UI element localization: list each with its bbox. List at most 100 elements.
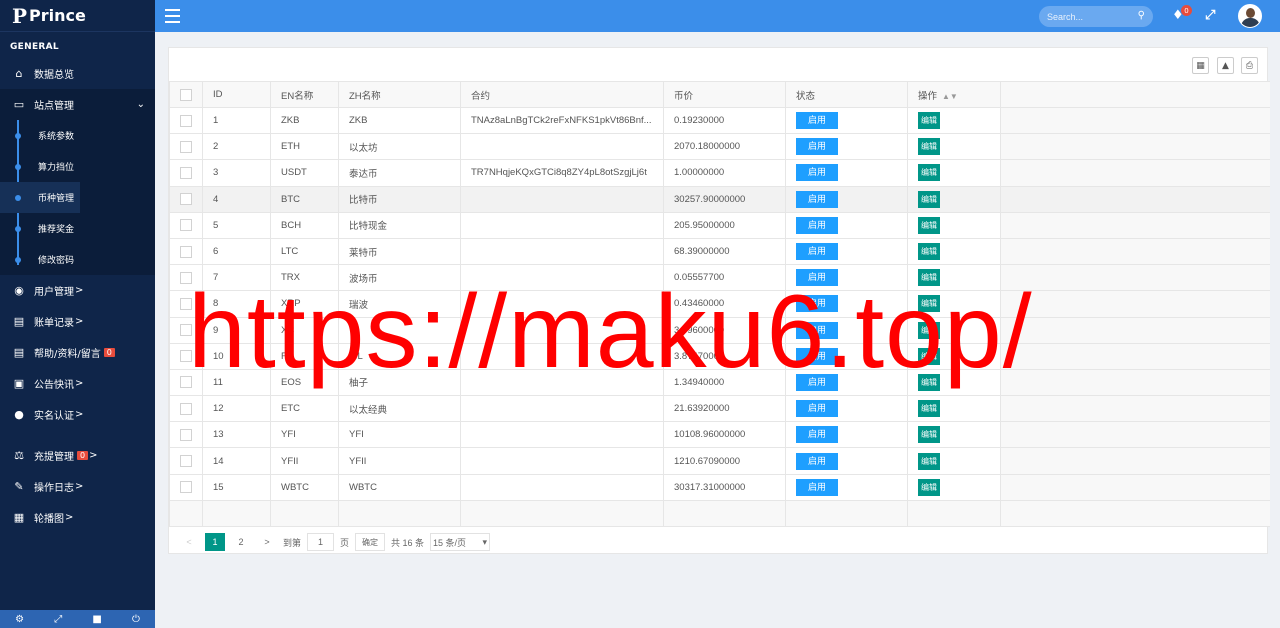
sidebar-item-help[interactable]: ▤ 帮助/资料/留言 0: [0, 337, 155, 368]
edit-button[interactable]: 编辑: [918, 452, 940, 470]
status-enabled-button[interactable]: 启用: [796, 400, 839, 418]
search-icon[interactable]: ⚲: [1138, 10, 1145, 21]
subitem-coin-management[interactable]: 币种管理: [0, 182, 80, 213]
status-enabled-button[interactable]: 启用: [796, 426, 839, 444]
edit-button[interactable]: 编辑: [918, 164, 940, 182]
bell-icon[interactable]: ♦ 0: [1172, 5, 1192, 23]
cell-id: 2: [202, 133, 271, 161]
deposit-badge: 0: [77, 451, 89, 460]
status-enabled-button[interactable]: 启用: [796, 243, 839, 261]
export-icon[interactable]: ▲: [1217, 57, 1234, 74]
sidebar-item-kyc[interactable]: ● 实名认证 >: [0, 399, 155, 430]
home-icon: ⌂: [15, 67, 23, 80]
status-enabled-button[interactable]: 启用: [796, 373, 839, 391]
edit-button[interactable]: 编辑: [918, 216, 940, 234]
status-enabled-button[interactable]: 启用: [796, 112, 839, 130]
row-checkbox[interactable]: [180, 114, 192, 127]
chevron-right-icon: >: [65, 512, 74, 523]
edit-button[interactable]: 编辑: [918, 321, 940, 339]
row-checkbox[interactable]: [180, 271, 192, 284]
avatar[interactable]: [1238, 4, 1262, 28]
sidebar-item-dashboard[interactable]: ⌂ 数据总览: [0, 58, 155, 89]
row-checkbox[interactable]: [180, 428, 192, 441]
cell-id: 6: [202, 237, 271, 266]
edit-button[interactable]: 编辑: [918, 295, 940, 313]
cell-contract: [460, 395, 664, 423]
edit-button[interactable]: 编辑: [918, 347, 940, 365]
status-enabled-button[interactable]: 启用: [796, 347, 839, 365]
menu-toggle-icon[interactable]: [165, 9, 180, 23]
search-input[interactable]: [1039, 6, 1129, 27]
edit-button[interactable]: 编辑: [918, 138, 940, 156]
edit-button[interactable]: 编辑: [918, 478, 940, 496]
page-2[interactable]: 2: [231, 533, 251, 551]
status-enabled-button[interactable]: 启用: [796, 190, 839, 208]
edit-button[interactable]: 编辑: [918, 243, 940, 261]
subitem-system-params[interactable]: 系统参数: [0, 120, 155, 151]
status-enabled-button[interactable]: 启用: [796, 138, 839, 156]
row-checkbox[interactable]: [180, 455, 192, 468]
confirm-page-button[interactable]: 确定: [355, 533, 386, 551]
sidebar-item-user-management[interactable]: ◉ 用户管理 >: [0, 275, 155, 306]
row-checkbox[interactable]: [180, 245, 192, 258]
sort-icon[interactable]: ▲▼: [942, 92, 958, 101]
cell-id: 10: [202, 342, 271, 370]
cell-status: 启用: [785, 316, 908, 344]
header-actions[interactable]: 操作 ▲▼: [907, 81, 1001, 108]
cell-en-name: ETC: [270, 395, 339, 423]
cell-id: 4: [202, 185, 271, 213]
cell-blank: [1000, 237, 1270, 266]
status-enabled-button[interactable]: 启用: [796, 216, 839, 234]
row-checkbox[interactable]: [180, 140, 192, 153]
status-enabled-button[interactable]: 启用: [796, 269, 839, 287]
status-enabled-button[interactable]: 启用: [796, 164, 839, 182]
edit-button[interactable]: 编辑: [918, 269, 940, 287]
row-checkbox[interactable]: [180, 324, 192, 337]
edit-button[interactable]: 编辑: [918, 190, 940, 208]
sidebar-item-announcements[interactable]: ▣ 公告快讯 >: [0, 368, 155, 399]
subitem-referral-bonus[interactable]: 推荐奖金: [0, 213, 155, 244]
edit-button[interactable]: 编辑: [918, 373, 940, 391]
row-checkbox[interactable]: [180, 297, 192, 310]
row-checkbox[interactable]: [180, 193, 192, 206]
row-checkbox[interactable]: [180, 219, 192, 232]
row-checkbox[interactable]: [180, 402, 192, 415]
brand-logo[interactable]: P Prince: [0, 0, 155, 32]
cell-zh-name: [338, 316, 461, 344]
cell-status: 启用: [785, 237, 908, 266]
select-all-checkbox[interactable]: [180, 88, 192, 101]
status-enabled-button[interactable]: 启用: [796, 295, 839, 313]
power-icon[interactable]: ⏻: [132, 614, 140, 625]
row-checkbox[interactable]: [180, 481, 192, 494]
edit-button[interactable]: 编辑: [918, 400, 940, 418]
goto-page-input[interactable]: [307, 533, 335, 551]
cell-contract: [460, 133, 664, 161]
fullscreen-icon[interactable]: ⤢: [1205, 8, 1215, 23]
gear-icon[interactable]: ⚙: [15, 614, 24, 625]
page-size-select[interactable]: 15 条/页 ▾: [430, 533, 491, 551]
subitem-change-password[interactable]: 修改密码: [0, 244, 155, 275]
row-checkbox[interactable]: [180, 166, 192, 179]
row-checkbox-cell: [169, 368, 203, 397]
expand-icon[interactable]: ⤢: [54, 614, 62, 625]
subitem-hashrate-levels[interactable]: 算力挡位: [0, 151, 155, 182]
sidebar-item-deposit-withdraw[interactable]: ⚖ 充提管理 0 >: [0, 440, 155, 471]
sidebar-item-carousel[interactable]: ▦ 轮播图 >: [0, 502, 155, 533]
sidebar-item-site-management[interactable]: ▭ 站点管理 ⌄: [0, 89, 155, 120]
print-icon[interactable]: ⎙: [1241, 57, 1258, 74]
next-page-icon[interactable]: >: [257, 533, 277, 551]
columns-icon[interactable]: ▦: [1192, 57, 1209, 74]
status-enabled-button[interactable]: 启用: [796, 321, 839, 339]
status-enabled-button[interactable]: 启用: [796, 478, 839, 496]
lock-icon[interactable]: ■: [92, 614, 101, 625]
page-1[interactable]: 1: [205, 533, 225, 551]
status-enabled-button[interactable]: 启用: [796, 452, 839, 470]
coin-table: ID EN名称 ZH名称 合约 币价 状态 操作 ▲▼ 1 ZKB ZKB TNAz8a…: [169, 81, 1270, 527]
row-checkbox[interactable]: [180, 350, 192, 363]
prev-page-icon[interactable]: <: [179, 533, 199, 551]
row-checkbox[interactable]: [180, 376, 192, 389]
sidebar-item-bills[interactable]: ▤ 账单记录 >: [0, 306, 155, 337]
edit-button[interactable]: 编辑: [918, 426, 940, 444]
sidebar-item-operation-log[interactable]: ✎ 操作日志 >: [0, 471, 155, 502]
edit-button[interactable]: 编辑: [918, 112, 940, 130]
